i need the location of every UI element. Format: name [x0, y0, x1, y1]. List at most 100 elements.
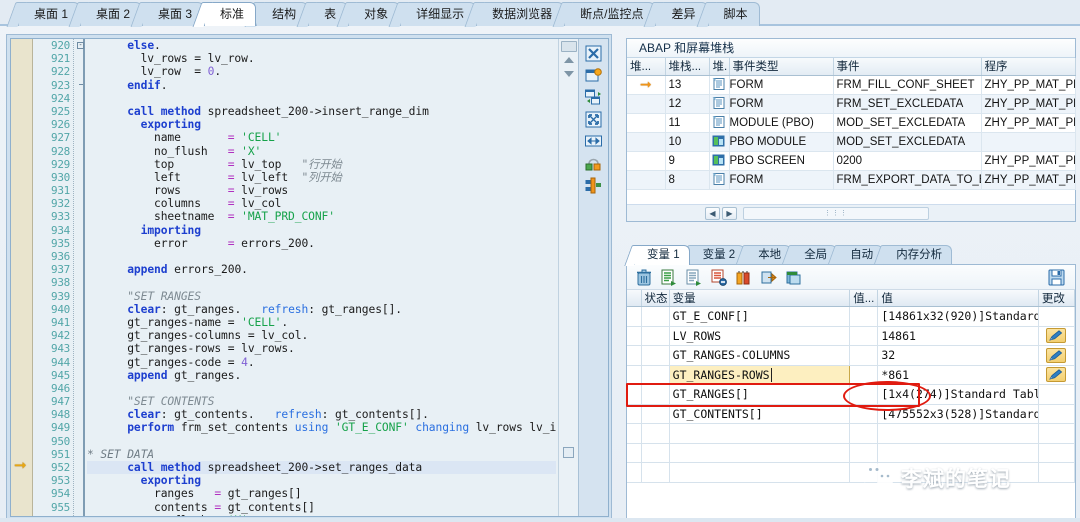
variables-change-cell[interactable] — [1038, 404, 1076, 424]
close-split-icon[interactable] — [583, 43, 605, 63]
code-line[interactable]: importing — [87, 224, 556, 237]
editor-resize-grip[interactable] — [563, 447, 574, 458]
variables-row[interactable] — [627, 462, 1076, 483]
stack-row[interactable]: 10 PBO MODULE MOD_SET_EXCLEDATA — [627, 132, 1076, 152]
code-line[interactable]: clear: gt_contents. refresh: gt_contents… — [87, 408, 556, 421]
delete-icon[interactable] — [633, 267, 655, 287]
variables-row[interactable]: GT_RANGES[] [1x4(274)]Standard Table — [627, 384, 1076, 405]
variables-row-selector[interactable] — [627, 326, 642, 346]
code-line[interactable]: call method spreadsheet_200->set_ranges_… — [87, 461, 556, 475]
stack-col-3[interactable]: 事件类型 — [729, 58, 834, 76]
fold-collapse-icon[interactable]: - — [77, 42, 84, 49]
variables-value-cell[interactable]: 32 — [877, 345, 1039, 366]
scroll-down-icon[interactable] — [564, 71, 574, 77]
scroll-up-icon[interactable] — [564, 57, 574, 63]
variables-value-cell[interactable]: [14861x32(920)]Standard _ — [877, 306, 1039, 327]
code-line[interactable]: rows = lv_rows — [87, 184, 556, 197]
copy-icon[interactable] — [783, 267, 805, 287]
variables-row[interactable]: GT_E_CONF[] [14861x32(920)]Standard _ — [627, 306, 1076, 327]
code-line[interactable]: "SET CONTENTS — [87, 395, 556, 408]
variables-col-4[interactable]: 值 — [877, 290, 1039, 307]
variables-change-cell[interactable] — [1038, 443, 1076, 463]
variables-name-cell[interactable]: GT_CONTENTS[] — [669, 404, 851, 424]
variables-name-cell[interactable] — [669, 443, 851, 463]
code-line[interactable]: name = 'CELL' — [87, 131, 556, 144]
tab-8[interactable]: 数据浏览器 — [476, 2, 565, 26]
variables-change-cell[interactable] — [1038, 326, 1076, 346]
code-line[interactable] — [87, 276, 556, 289]
new-window-icon[interactable] — [583, 65, 605, 85]
lock-toggle-icon[interactable] — [583, 153, 605, 173]
stack-row[interactable]: 12 FORM FRM_SET_EXCLEDATA ZHY_PP_MAT_PR — [627, 94, 1076, 114]
variables-row[interactable]: GT_RANGES-COLUMNS 32 — [627, 345, 1076, 366]
variables-value-cell[interactable]: *861 — [877, 365, 1039, 385]
code-line[interactable]: append errors_200. — [87, 263, 556, 276]
stack-col-0[interactable]: 堆... — [627, 58, 666, 76]
variables-row-selector[interactable] — [627, 404, 642, 424]
variables-row-selector[interactable] — [627, 443, 642, 463]
scroll-right-icon[interactable]: ▶ — [722, 206, 737, 220]
variables-tab-0[interactable]: 变量 1 — [634, 245, 690, 265]
code-line[interactable]: * SET DATA — [87, 448, 556, 461]
code-line[interactable]: lv_rows = lv_row. — [87, 52, 556, 65]
variables-row-selector[interactable] — [627, 384, 642, 405]
scroll-track[interactable]: ⋮⋮⋮ — [743, 206, 929, 220]
stack-row[interactable]: 9 PBO SCREEN 0200 ZHY_PP_MAT_PR — [627, 151, 1076, 171]
code-line[interactable]: ranges = gt_ranges[] — [87, 487, 556, 500]
tab-3[interactable]: 标准 — [204, 2, 257, 26]
variables-value-cell[interactable] — [877, 423, 1039, 444]
code-line[interactable]: left = lv_left "列开始 — [87, 171, 556, 184]
code-line[interactable]: call method spreadsheet_200->insert_rang… — [87, 105, 556, 118]
variables-name-cell[interactable] — [669, 462, 851, 483]
variables-value-cell[interactable]: 14861 — [877, 326, 1039, 346]
stack-row[interactable]: 8 FORMFRM_EXPORT_DATA_TO_EX..ZHY_PP_MAT_P… — [627, 170, 1076, 190]
edit-pencil-icon[interactable] — [1046, 347, 1067, 363]
stack-horizontal-scrollbar[interactable]: ◀ ▶ ⋮⋮⋮ — [627, 204, 1075, 221]
tab-11[interactable]: 脚本 — [707, 2, 760, 26]
stack-col-2[interactable]: 堆. — [709, 58, 730, 76]
insert-row-icon[interactable] — [658, 267, 680, 287]
variables-change-cell[interactable] — [1038, 345, 1076, 366]
maximize-icon[interactable] — [583, 109, 605, 129]
variables-row-selector[interactable] — [627, 423, 642, 444]
variables-row[interactable]: GT_CONTENTS[] [475552x3(528)]Standard _ — [627, 404, 1076, 424]
variables-col-1[interactable]: 状态 — [641, 290, 670, 307]
compare-icon[interactable] — [733, 267, 755, 287]
variables-col-3[interactable]: 值... — [849, 290, 879, 307]
stack-row[interactable]: ➞ 13 FORM FRM_FILL_CONF_SHEET ZHY_PP_MAT_PR — [627, 75, 1076, 95]
resize-width-icon[interactable] — [583, 131, 605, 151]
variables-change-cell[interactable] — [1038, 462, 1076, 483]
variables-value-cell[interactable] — [877, 462, 1039, 483]
code-line[interactable]: exporting — [87, 474, 556, 487]
variables-change-cell[interactable] — [1038, 423, 1076, 444]
code-line[interactable]: perform frm_set_contents using 'GT_E_CON… — [87, 421, 556, 434]
stack-col-5[interactable]: 程序 — [981, 58, 1076, 76]
remove-row-icon[interactable] — [708, 267, 730, 287]
edit-pencil-icon[interactable] — [1046, 328, 1067, 344]
variables-value-cell[interactable]: [475552x3(528)]Standard _ — [877, 404, 1039, 424]
variables-col-5[interactable]: 更改 — [1038, 290, 1076, 307]
variables-name-cell[interactable]: GT_E_CONF[] — [669, 306, 851, 327]
code-line[interactable]: error = errors_200. — [87, 237, 556, 250]
variables-row-selector[interactable] — [627, 345, 642, 366]
code-line[interactable]: clear: gt_ranges. refresh: gt_ranges[]. — [87, 303, 556, 316]
code-line[interactable]: endif. — [87, 79, 556, 92]
stack-col-1[interactable]: 堆栈... — [665, 58, 710, 76]
variables-change-cell[interactable] — [1038, 384, 1076, 405]
insert-row-alt-icon[interactable] — [683, 267, 705, 287]
variables-row[interactable] — [627, 443, 1076, 463]
code-line[interactable] — [87, 92, 556, 105]
tab-7[interactable]: 详细显示 — [400, 2, 477, 26]
code-line[interactable]: columns = lv_col — [87, 197, 556, 210]
variables-name-cell[interactable] — [669, 423, 851, 444]
stack-row[interactable]: 11 MODULE (PBO) MOD_SET_EXCLEDATA ZHY_PP_MA… — [627, 113, 1076, 133]
variables-row-selector[interactable] — [627, 306, 642, 327]
variables-tab-5[interactable]: 内存分析 — [883, 245, 953, 265]
restore-window-icon[interactable] — [583, 87, 605, 107]
code-line[interactable]: gt_ranges-columns = lv_col. — [87, 329, 556, 342]
code-line[interactable]: lv_row = 0. — [87, 65, 556, 78]
code-line[interactable]: top = lv_top "行开始 — [87, 158, 556, 171]
variables-change-cell[interactable] — [1038, 365, 1076, 385]
editor-scroll-thumb[interactable] — [561, 41, 577, 52]
variables-name-cell[interactable]: GT_RANGES[] — [669, 384, 851, 405]
